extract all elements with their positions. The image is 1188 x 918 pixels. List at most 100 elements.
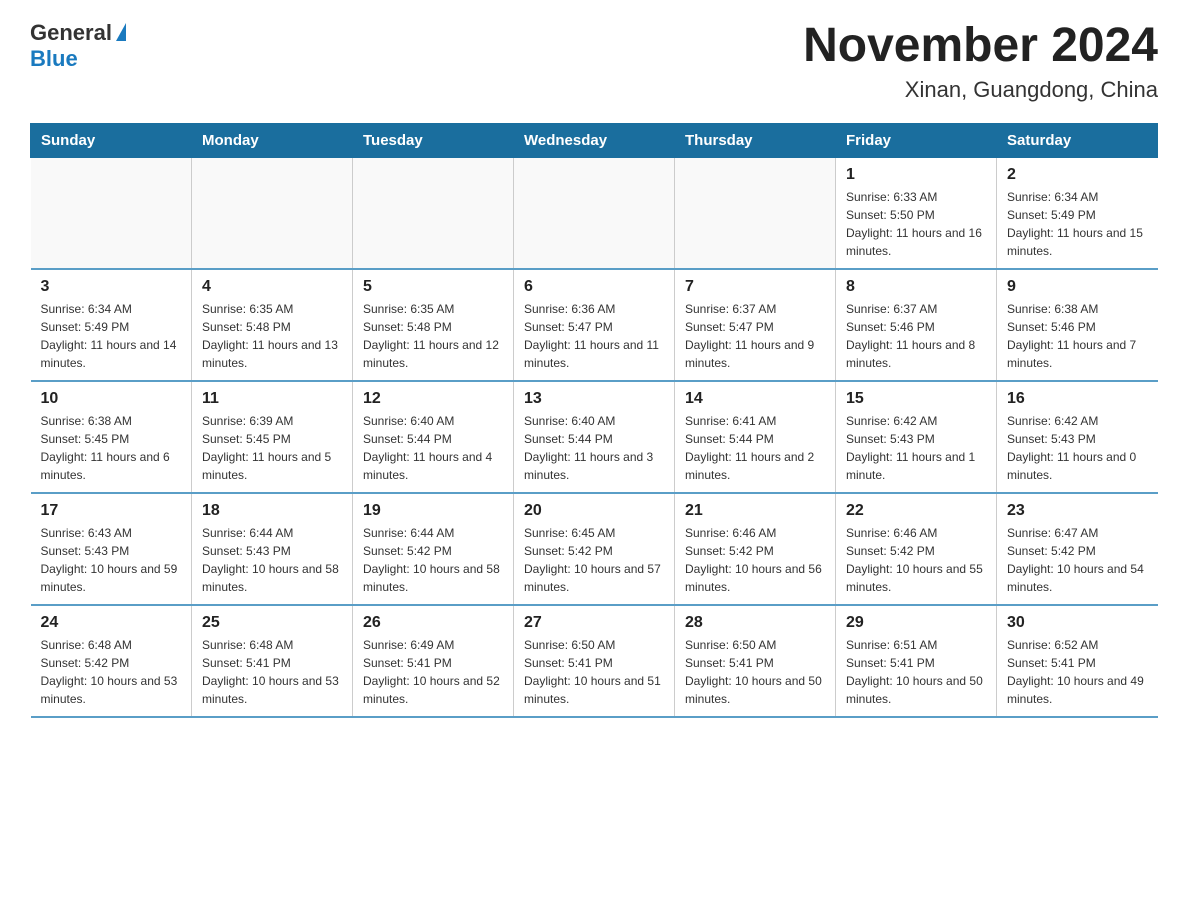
day-number: 4 <box>202 278 342 296</box>
day-number: 7 <box>685 278 825 296</box>
weekday-header-monday: Monday <box>192 123 353 157</box>
day-info: Sunrise: 6:44 AMSunset: 5:43 PMDaylight:… <box>202 524 342 596</box>
calendar-week-row: 3 Sunrise: 6:34 AMSunset: 5:49 PMDaylight… <box>31 269 1158 381</box>
calendar-cell: 18Sunrise: 6:44 AMSunset: 5:43 PMDayligh… <box>192 493 353 605</box>
day-number: 26 <box>363 614 503 632</box>
calendar-cell: 19 Sunrise: 6:44 AMSunset: 5:42 PMDayligh… <box>353 493 514 605</box>
day-number: 13 <box>524 390 664 408</box>
day-info: Sunrise: 6:35 AMSunset: 5:48 PMDaylight:… <box>363 300 503 372</box>
day-info: Sunrise: 6:41 AMSunset: 5:44 PMDaylight:… <box>685 412 825 484</box>
day-info: Sunrise: 6:48 AMSunset: 5:41 PMDaylight:… <box>202 636 342 708</box>
day-number: 23 <box>1007 502 1148 520</box>
calendar-cell: 23 Sunrise: 6:47 AMSunset: 5:42 PMDayligh… <box>997 493 1158 605</box>
calendar-cell: 6 Sunrise: 6:36 AMSunset: 5:47 PMDaylight… <box>514 269 675 381</box>
calendar-cell: 11 Sunrise: 6:39 AMSunset: 5:45 PMDayligh… <box>192 381 353 493</box>
day-number: 2 <box>1007 166 1148 184</box>
day-number: 30 <box>1007 614 1148 632</box>
day-number: 6 <box>524 278 664 296</box>
day-number: 25 <box>202 614 342 632</box>
day-info: Sunrise: 6:35 AMSunset: 5:48 PMDaylight:… <box>202 300 342 372</box>
month-title: November 2024 <box>803 20 1158 73</box>
day-info: Sunrise: 6:49 AMSunset: 5:41 PMDaylight:… <box>363 636 503 708</box>
weekday-header-wednesday: Wednesday <box>514 123 675 157</box>
day-info: Sunrise: 6:34 AMSunset: 5:49 PMDaylight:… <box>41 300 182 372</box>
day-number: 20 <box>524 502 664 520</box>
day-info: Sunrise: 6:47 AMSunset: 5:42 PMDaylight:… <box>1007 524 1148 596</box>
day-number: 14 <box>685 390 825 408</box>
calendar-cell: 30 Sunrise: 6:52 AMSunset: 5:41 PMDayligh… <box>997 605 1158 717</box>
calendar-cell: 17Sunrise: 6:43 AMSunset: 5:43 PMDayligh… <box>31 493 192 605</box>
calendar-cell: 4 Sunrise: 6:35 AMSunset: 5:48 PMDaylight… <box>192 269 353 381</box>
page-header: General Blue November 2024 Xinan, Guangd… <box>30 20 1158 103</box>
day-info: Sunrise: 6:38 AMSunset: 5:45 PMDaylight:… <box>41 412 182 484</box>
calendar-cell: 26 Sunrise: 6:49 AMSunset: 5:41 PMDayligh… <box>353 605 514 717</box>
day-number: 27 <box>524 614 664 632</box>
calendar-cell: 14 Sunrise: 6:41 AMSunset: 5:44 PMDayligh… <box>675 381 836 493</box>
calendar-cell <box>31 157 192 269</box>
calendar-table: SundayMondayTuesdayWednesdayThursdayFrid… <box>30 123 1158 718</box>
day-info: Sunrise: 6:39 AMSunset: 5:45 PMDaylight:… <box>202 412 342 484</box>
day-info: Sunrise: 6:42 AMSunset: 5:43 PMDaylight:… <box>1007 412 1148 484</box>
day-info: Sunrise: 6:51 AMSunset: 5:41 PMDaylight:… <box>846 636 986 708</box>
calendar-cell: 27 Sunrise: 6:50 AMSunset: 5:41 PMDayligh… <box>514 605 675 717</box>
day-info: Sunrise: 6:34 AMSunset: 5:49 PMDaylight:… <box>1007 188 1148 260</box>
day-number: 9 <box>1007 278 1148 296</box>
day-info: Sunrise: 6:40 AMSunset: 5:44 PMDaylight:… <box>524 412 664 484</box>
day-number: 3 <box>41 278 182 296</box>
day-info: Sunrise: 6:42 AMSunset: 5:43 PMDaylight:… <box>846 412 986 484</box>
day-number: 15 <box>846 390 986 408</box>
weekday-header-friday: Friday <box>836 123 997 157</box>
day-number: 10 <box>41 390 182 408</box>
day-number: 24 <box>41 614 182 632</box>
day-info: Sunrise: 6:46 AMSunset: 5:42 PMDaylight:… <box>846 524 986 596</box>
location-title: Xinan, Guangdong, China <box>803 77 1158 103</box>
calendar-week-row: 17Sunrise: 6:43 AMSunset: 5:43 PMDayligh… <box>31 493 1158 605</box>
calendar-cell <box>675 157 836 269</box>
logo-general-text: General <box>30 20 112 46</box>
day-number: 16 <box>1007 390 1148 408</box>
calendar-cell: 7 Sunrise: 6:37 AMSunset: 5:47 PMDaylight… <box>675 269 836 381</box>
day-info: Sunrise: 6:50 AMSunset: 5:41 PMDaylight:… <box>524 636 664 708</box>
calendar-cell: 12 Sunrise: 6:40 AMSunset: 5:44 PMDayligh… <box>353 381 514 493</box>
calendar-week-row: 1 Sunrise: 6:33 AMSunset: 5:50 PMDaylight… <box>31 157 1158 269</box>
title-area: November 2024 Xinan, Guangdong, China <box>803 20 1158 103</box>
calendar-cell: 25 Sunrise: 6:48 AMSunset: 5:41 PMDayligh… <box>192 605 353 717</box>
day-number: 12 <box>363 390 503 408</box>
day-info: Sunrise: 6:33 AMSunset: 5:50 PMDaylight:… <box>846 188 986 260</box>
calendar-cell: 5Sunrise: 6:35 AMSunset: 5:48 PMDaylight… <box>353 269 514 381</box>
logo: General Blue <box>30 20 126 72</box>
day-info: Sunrise: 6:37 AMSunset: 5:46 PMDaylight:… <box>846 300 986 372</box>
calendar-cell: 9 Sunrise: 6:38 AMSunset: 5:46 PMDaylight… <box>997 269 1158 381</box>
day-info: Sunrise: 6:48 AMSunset: 5:42 PMDaylight:… <box>41 636 182 708</box>
calendar-cell: 28Sunrise: 6:50 AMSunset: 5:41 PMDayligh… <box>675 605 836 717</box>
calendar-cell <box>353 157 514 269</box>
day-number: 21 <box>685 502 825 520</box>
day-number: 19 <box>363 502 503 520</box>
calendar-cell: 20Sunrise: 6:45 AMSunset: 5:42 PMDayligh… <box>514 493 675 605</box>
weekday-header-sunday: Sunday <box>31 123 192 157</box>
calendar-cell: 8Sunrise: 6:37 AMSunset: 5:46 PMDaylight… <box>836 269 997 381</box>
calendar-cell: 1 Sunrise: 6:33 AMSunset: 5:50 PMDaylight… <box>836 157 997 269</box>
calendar-cell: 10 Sunrise: 6:38 AMSunset: 5:45 PMDayligh… <box>31 381 192 493</box>
calendar-cell: 22Sunrise: 6:46 AMSunset: 5:42 PMDayligh… <box>836 493 997 605</box>
weekday-header-tuesday: Tuesday <box>353 123 514 157</box>
day-number: 11 <box>202 390 342 408</box>
calendar-cell: 16 Sunrise: 6:42 AMSunset: 5:43 PMDayligh… <box>997 381 1158 493</box>
day-info: Sunrise: 6:37 AMSunset: 5:47 PMDaylight:… <box>685 300 825 372</box>
day-info: Sunrise: 6:40 AMSunset: 5:44 PMDaylight:… <box>363 412 503 484</box>
day-info: Sunrise: 6:44 AMSunset: 5:42 PMDaylight:… <box>363 524 503 596</box>
day-number: 1 <box>846 166 986 184</box>
day-number: 29 <box>846 614 986 632</box>
weekday-header-thursday: Thursday <box>675 123 836 157</box>
day-info: Sunrise: 6:36 AMSunset: 5:47 PMDaylight:… <box>524 300 664 372</box>
day-number: 28 <box>685 614 825 632</box>
day-info: Sunrise: 6:38 AMSunset: 5:46 PMDaylight:… <box>1007 300 1148 372</box>
day-info: Sunrise: 6:52 AMSunset: 5:41 PMDaylight:… <box>1007 636 1148 708</box>
logo-blue-text: Blue <box>30 46 78 72</box>
calendar-cell <box>192 157 353 269</box>
weekday-header-row: SundayMondayTuesdayWednesdayThursdayFrid… <box>31 123 1158 157</box>
day-info: Sunrise: 6:46 AMSunset: 5:42 PMDaylight:… <box>685 524 825 596</box>
calendar-cell: 3 Sunrise: 6:34 AMSunset: 5:49 PMDaylight… <box>31 269 192 381</box>
calendar-week-row: 24 Sunrise: 6:48 AMSunset: 5:42 PMDayligh… <box>31 605 1158 717</box>
calendar-cell: 2 Sunrise: 6:34 AMSunset: 5:49 PMDaylight… <box>997 157 1158 269</box>
